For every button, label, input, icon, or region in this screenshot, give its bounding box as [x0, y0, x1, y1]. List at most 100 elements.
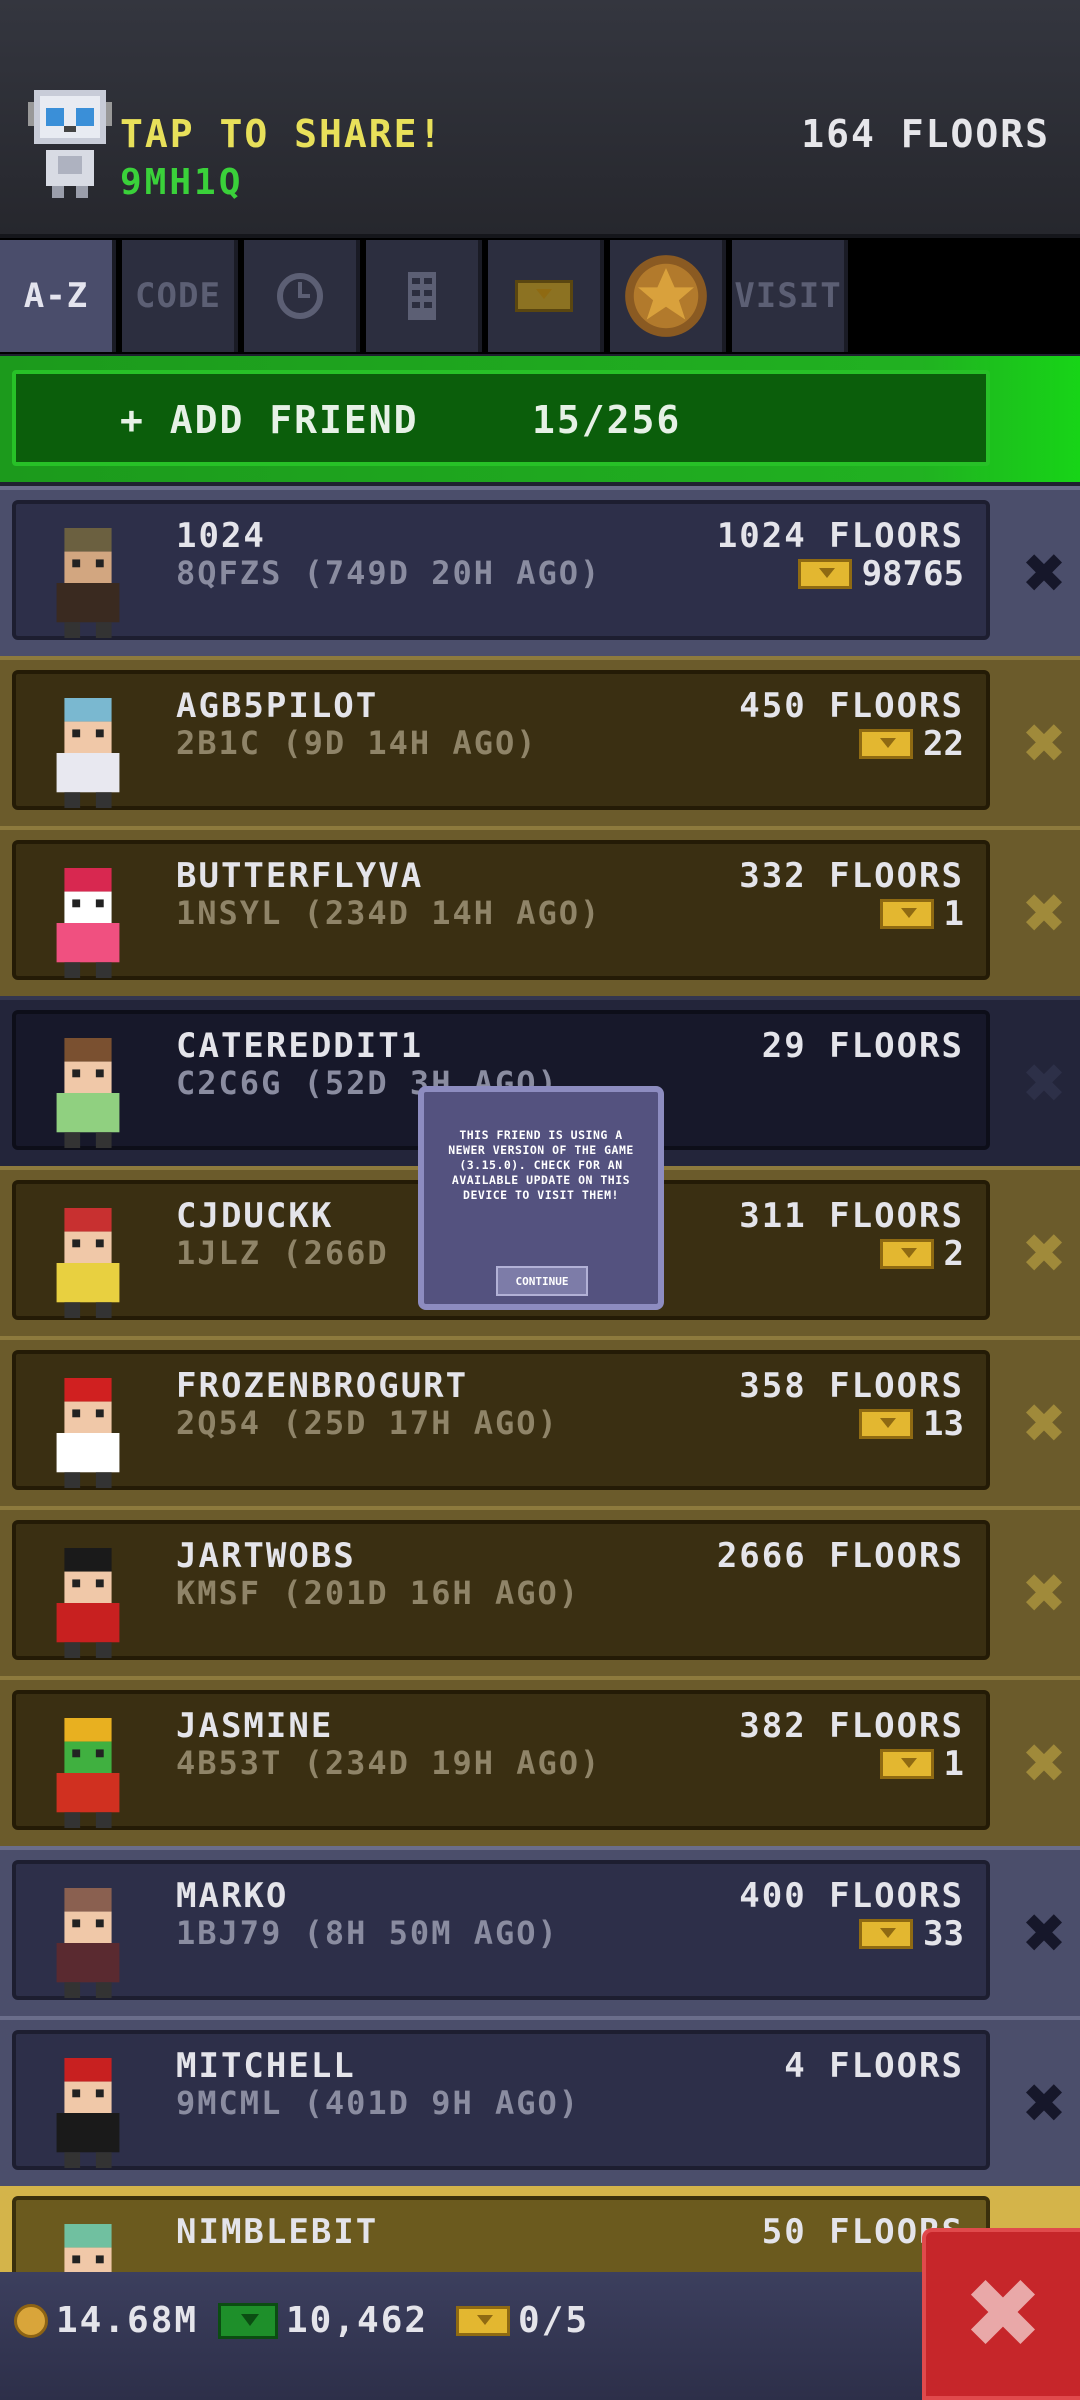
coins-display: 14.68M [14, 2300, 198, 2341]
add-friend-bar: + ADD FRIEND 15/256 [0, 356, 1080, 482]
friend-floors: 4 FLOORS [784, 2046, 964, 2086]
floor-building-icon [408, 272, 436, 320]
friend-name: AGB5PILOT [176, 686, 379, 726]
friend-row[interactable]: AGB5PILOT 2B1C (9D 14H AGO) 450 FLOORS 2… [0, 656, 1080, 826]
friend-floors: 311 FLOORS [739, 1196, 964, 1236]
friend-avatar [56, 1378, 120, 1488]
friend-count: 15/256 [532, 398, 682, 442]
remove-friend-icon[interactable]: ✖ [1020, 1397, 1068, 1451]
friend-card[interactable]: FROZENBROGURT 2Q54 (25D 17H AGO) 358 FLO… [12, 1350, 990, 1490]
friend-card[interactable]: JASMINE 4B53T (234D 19H AGO) 382 FLOORS … [12, 1690, 990, 1830]
friend-bux-value: 98765 [861, 554, 964, 594]
my-floor-count: 164 FLOORS [801, 112, 1050, 156]
friend-avatar [56, 2058, 120, 2168]
remove-friend-icon[interactable]: ✖ [1020, 887, 1068, 941]
tickets-display: 0/5 [456, 2300, 589, 2341]
tickets-value: 0/5 [518, 2300, 590, 2341]
tap-to-share-label[interactable]: TAP TO SHARE! [120, 112, 443, 156]
bux-icon [859, 729, 914, 759]
tab-recent[interactable] [244, 240, 360, 352]
bux-icon [879, 899, 934, 929]
friend-bux: 33 [859, 1914, 964, 1954]
friend-avatar [56, 1208, 120, 1318]
friend-bux-value: 1 [943, 1744, 964, 1784]
sort-tab-bar: A-Z CODE VISIT [0, 238, 1080, 354]
friend-bux: 1 [879, 1744, 964, 1784]
friend-name: MARKO [176, 1876, 289, 1916]
tab-bux[interactable] [488, 240, 604, 352]
friend-row[interactable]: BUTTERFLYVA 1NSYL (234D 14H AGO) 332 FLO… [0, 826, 1080, 996]
friend-row[interactable]: FROZENBROGURT 2Q54 (25D 17H AGO) 358 FLO… [0, 1336, 1080, 1506]
friend-row[interactable]: JARTWOBS KMSF (201D 16H AGO) 2666 FLOORS… [0, 1506, 1080, 1676]
bux-icon [859, 1409, 914, 1439]
friend-bux-value: 22 [923, 724, 964, 764]
tab-visit[interactable]: VISIT [732, 240, 848, 352]
friend-avatar [56, 1718, 120, 1828]
close-button[interactable]: ✖ [922, 2228, 1080, 2400]
friend-bux: 22 [859, 724, 964, 764]
friend-floors: 1024 FLOORS [716, 516, 964, 556]
friend-avatar [56, 528, 120, 638]
bux-value: 10,462 [286, 2300, 429, 2341]
friend-bux: 2 [879, 1234, 964, 1274]
bux-display: 10,462 [218, 2300, 428, 2341]
header-bar: TAP TO SHARE! 9MH1Q 164 FLOORS [0, 0, 1080, 238]
friend-floors: 358 FLOORS [739, 1366, 964, 1406]
bux-icon [797, 559, 852, 589]
bux-icon [515, 280, 573, 312]
friend-name: NIMBLEBIT [176, 2212, 379, 2252]
friend-name: MITCHELL [176, 2046, 356, 2086]
golden-ticket-icon [456, 2305, 510, 2336]
friend-name: BUTTERFLYVA [176, 856, 424, 896]
friend-row[interactable]: 1024 8QFZS (749D 20H AGO) 1024 FLOORS 98… [0, 486, 1080, 656]
remove-friend-icon[interactable]: ✖ [1020, 2077, 1068, 2131]
currency-footer: 14.68M 10,462 0/5 [0, 2272, 1080, 2400]
friend-card[interactable]: AGB5PILOT 2B1C (9D 14H AGO) 450 FLOORS 2… [12, 670, 990, 810]
friend-row[interactable]: MITCHELL 9MCML (401D 9H AGO) 4 FLOORS ✖ [0, 2016, 1080, 2186]
friend-card[interactable]: 1024 8QFZS (749D 20H AGO) 1024 FLOORS 98… [12, 500, 990, 640]
friend-card[interactable]: MITCHELL 9MCML (401D 9H AGO) 4 FLOORS [12, 2030, 990, 2170]
remove-friend-icon[interactable]: ✖ [1020, 717, 1068, 771]
friend-floors: 29 FLOORS [761, 1026, 964, 1066]
friend-name: CATEREDDIT1 [176, 1026, 424, 1066]
remove-friend-icon[interactable]: ✖ [1020, 547, 1068, 601]
bux-cash-icon [218, 2302, 278, 2339]
friend-card[interactable]: JARTWOBS KMSF (201D 16H AGO) 2666 FLOORS [12, 1520, 990, 1660]
friend-avatar [56, 868, 120, 978]
remove-friend-icon[interactable]: ✖ [1020, 1057, 1068, 1111]
friend-floors: 400 FLOORS [739, 1876, 964, 1916]
friend-name: FROZENBROGURT [176, 1366, 469, 1406]
remove-friend-icon[interactable]: ✖ [1020, 1567, 1068, 1621]
friend-floors: 450 FLOORS [739, 686, 964, 726]
remove-friend-icon[interactable]: ✖ [1020, 1907, 1068, 1961]
friend-avatar [56, 698, 120, 808]
bux-icon [859, 1919, 914, 1949]
friend-avatar [56, 1038, 120, 1148]
friend-bux-value: 33 [923, 1914, 964, 1954]
robot-avatar-icon[interactable] [28, 84, 112, 204]
friend-floors: 332 FLOORS [739, 856, 964, 896]
remove-friend-icon[interactable]: ✖ [1020, 1737, 1068, 1791]
remove-friend-icon[interactable]: ✖ [1020, 1227, 1068, 1281]
tab-code[interactable]: CODE [122, 240, 238, 352]
friend-bux-value: 13 [923, 1404, 964, 1444]
friend-avatar [56, 1548, 120, 1658]
add-friend-button[interactable]: + ADD FRIEND 15/256 [12, 370, 990, 466]
star-icon [625, 255, 707, 337]
friend-name: 1024 [176, 516, 266, 556]
my-friend-code: 9MH1Q [120, 162, 244, 203]
coin-icon [14, 2303, 48, 2338]
friend-card[interactable]: MARKO 1BJ79 (8H 50M AGO) 400 FLOORS 33 [12, 1860, 990, 2000]
friend-row[interactable]: JASMINE 4B53T (234D 19H AGO) 382 FLOORS … [0, 1676, 1080, 1846]
friend-row[interactable]: MARKO 1BJ79 (8H 50M AGO) 400 FLOORS 33 ✖ [0, 1846, 1080, 2016]
friend-bux-value: 2 [943, 1234, 964, 1274]
friend-card[interactable]: BUTTERFLYVA 1NSYL (234D 14H AGO) 332 FLO… [12, 840, 990, 980]
bux-icon [879, 1239, 934, 1269]
clock-icon [277, 273, 323, 319]
continue-button[interactable]: CONTINUE [496, 1266, 588, 1296]
tab-a-z[interactable]: A-Z [0, 240, 116, 352]
tab-favorite[interactable] [610, 240, 726, 352]
tab-floors[interactable] [366, 240, 482, 352]
friend-bux: 1 [879, 894, 964, 934]
update-required-dialog: THIS FRIEND IS USING A NEWER VERSION OF … [418, 1086, 664, 1310]
